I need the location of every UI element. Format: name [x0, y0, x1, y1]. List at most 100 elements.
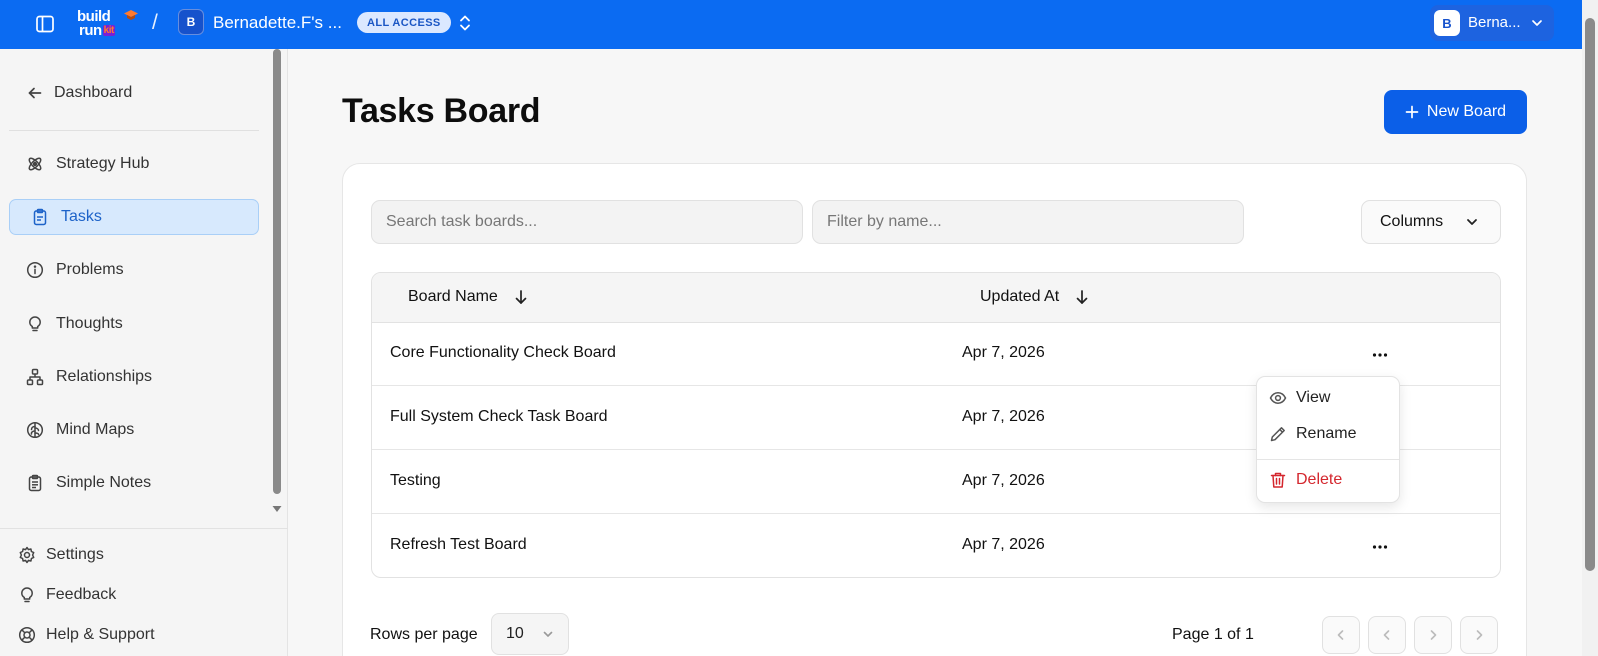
sidebar-footer-help[interactable]: Help & Support: [18, 623, 155, 647]
network-icon: [26, 368, 44, 386]
columns-label: Columns: [1380, 213, 1444, 230]
filter-input[interactable]: [812, 200, 1244, 244]
sidebar-item-label: Thoughts: [56, 315, 123, 332]
breadcrumb-separator: /: [152, 11, 158, 34]
table-header: Board Name Updated At: [372, 273, 1500, 323]
updated-at-cell: Apr 7, 2026: [962, 536, 1045, 553]
workspace-name[interactable]: Bernadette.F's ...: [213, 13, 342, 33]
updated-at-cell: Apr 7, 2026: [962, 472, 1045, 489]
sidebar-item-label: Strategy Hub: [56, 155, 150, 172]
brand-logo[interactable]: build run kit: [77, 8, 141, 40]
more-horizontal-icon[interactable]: [1370, 345, 1390, 365]
user-menu-button[interactable]: B Berna...: [1430, 5, 1554, 41]
top-bar: build run kit / B Bernadette.F's ... ALL …: [0, 0, 1598, 49]
chevron-down-icon: [542, 628, 554, 640]
sidebar-item-tasks[interactable]: Tasks: [9, 199, 259, 235]
sidebar-item-label: Problems: [56, 261, 124, 278]
pencil-icon: [1269, 425, 1287, 443]
column-header-board-name[interactable]: Board Name: [408, 288, 528, 306]
user-avatar: B: [1434, 10, 1460, 36]
page-title: Tasks Board: [342, 92, 541, 130]
workspace-avatar[interactable]: B: [178, 9, 204, 35]
sidebar-scrollbar-thumb[interactable]: [273, 49, 281, 494]
chevron-down-icon: [1465, 215, 1479, 229]
info-icon: [26, 261, 44, 279]
back-label: Dashboard: [54, 84, 133, 101]
sort-arrow-down-icon: [514, 289, 528, 305]
sidebar-footer-feedback[interactable]: Feedback: [18, 583, 116, 607]
sidebar-footer-settings[interactable]: Settings: [18, 543, 104, 567]
user-name: Berna...: [1468, 14, 1521, 31]
eye-icon: [1269, 389, 1287, 407]
search-input[interactable]: [371, 200, 803, 244]
row-actions-menu: View Rename Delete: [1256, 376, 1400, 503]
logo-cap-icon: [124, 10, 138, 20]
page-info: Page 1 of 1: [1172, 626, 1254, 643]
plus-icon: [1405, 105, 1419, 119]
board-name-cell: Refresh Test Board: [390, 536, 527, 553]
first-page-button[interactable]: [1322, 616, 1360, 654]
new-board-button[interactable]: New Board: [1384, 90, 1527, 134]
trash-icon: [1269, 471, 1287, 489]
sidebar-divider: [9, 130, 259, 131]
sidebar-item-simple-notes[interactable]: Simple Notes: [9, 465, 259, 501]
sidebar-item-label: Tasks: [61, 208, 102, 225]
menu-item-view[interactable]: View: [1269, 389, 1330, 407]
chevron-left-icon: [1380, 628, 1394, 642]
sidebar-item-thoughts[interactable]: Thoughts: [9, 306, 259, 342]
chevron-right-icon: [1426, 628, 1440, 642]
sidebar-item-mind-maps[interactable]: Mind Maps: [9, 412, 259, 448]
menu-item-label: View: [1296, 389, 1331, 406]
back-to-dashboard-link[interactable]: Dashboard: [26, 81, 132, 105]
sidebar-scroll-down-icon[interactable]: [271, 504, 283, 514]
atom-icon: [26, 155, 44, 173]
column-header-updated-at[interactable]: Updated At: [980, 288, 1089, 306]
sidebar-toggle-icon[interactable]: [34, 13, 56, 35]
prev-page-button[interactable]: [1368, 616, 1406, 654]
lightbulb-icon: [18, 586, 36, 604]
rows-per-page-value: 10: [506, 625, 524, 642]
access-badge: ALL ACCESS: [357, 12, 451, 33]
rows-per-page-label: Rows per page: [370, 626, 478, 643]
sidebar-footer-divider: [0, 528, 288, 529]
lightbulb-icon: [26, 315, 44, 333]
new-board-label: New Board: [1426, 103, 1507, 120]
chevrons-left-icon: [1334, 628, 1348, 642]
sidebar-footer-label: Settings: [46, 546, 104, 563]
sidebar-footer-label: Feedback: [46, 586, 117, 603]
updated-at-cell: Apr 7, 2026: [962, 344, 1045, 361]
sidebar-item-relationships[interactable]: Relationships: [9, 359, 259, 395]
last-page-button[interactable]: [1460, 616, 1498, 654]
gear-icon: [18, 546, 36, 564]
menu-divider: [1257, 459, 1399, 460]
sidebar-item-problems[interactable]: Problems: [9, 252, 259, 288]
arrow-left-icon: [26, 84, 44, 102]
sidebar: Dashboard Strategy Hub Tasks Problems Th…: [0, 49, 288, 656]
sidebar-item-label: Relationships: [56, 368, 153, 385]
next-page-button[interactable]: [1414, 616, 1452, 654]
workspace-switcher-icon[interactable]: [457, 13, 473, 33]
clipboard-icon: [31, 208, 49, 226]
rows-per-page-select[interactable]: 10: [491, 613, 569, 655]
logo-text-run: run kit: [79, 22, 115, 39]
more-horizontal-icon[interactable]: [1370, 537, 1390, 557]
table-row[interactable]: Refresh Test Board Apr 7, 2026: [372, 515, 1500, 577]
menu-item-delete[interactable]: Delete: [1269, 471, 1342, 489]
sort-arrow-down-icon: [1075, 289, 1089, 305]
menu-item-label: Delete: [1296, 471, 1343, 488]
updated-at-cell: Apr 7, 2026: [962, 408, 1045, 425]
board-name-cell: Full System Check Task Board: [390, 408, 608, 425]
sidebar-item-strategy-hub[interactable]: Strategy Hub: [9, 146, 259, 182]
chevron-down-icon: [1530, 16, 1544, 30]
menu-item-rename[interactable]: Rename: [1269, 425, 1356, 443]
columns-dropdown-button[interactable]: Columns: [1361, 200, 1501, 244]
page-scrollbar-thumb[interactable]: [1585, 18, 1595, 571]
sidebar-footer-label: Help & Support: [46, 626, 155, 643]
board-name-cell: Core Functionality Check Board: [390, 344, 616, 361]
lifebuoy-icon: [18, 626, 36, 644]
menu-item-label: Rename: [1296, 425, 1357, 442]
sidebar-item-label: Mind Maps: [56, 421, 135, 438]
chevrons-right-icon: [1472, 628, 1486, 642]
board-name-cell: Testing: [390, 472, 441, 489]
sidebar-item-label: Simple Notes: [56, 474, 152, 491]
